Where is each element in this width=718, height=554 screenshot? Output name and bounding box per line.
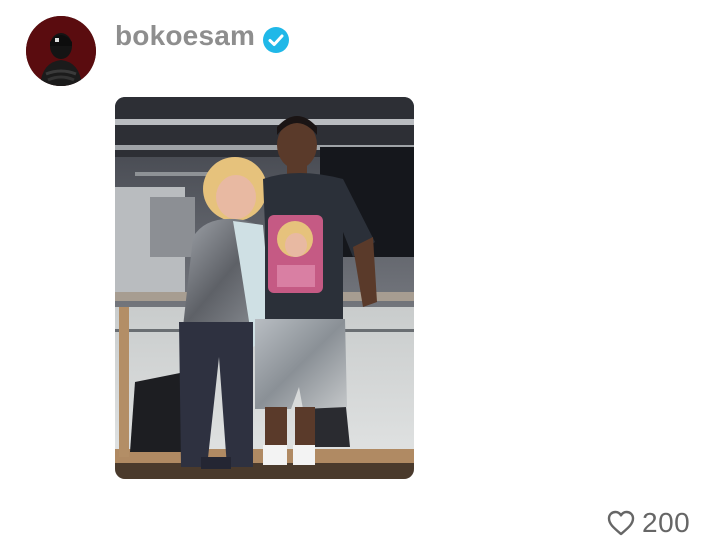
post-photo[interactable] [115, 97, 414, 479]
avatar[interactable] [26, 16, 96, 86]
like-count: 200 [642, 507, 691, 538]
post-photo-image [115, 97, 414, 479]
heart-outline-icon[interactable] [606, 508, 636, 538]
username[interactable]: bokoesam [115, 20, 255, 52]
avatar-image [26, 16, 96, 86]
verified-badge-icon [263, 27, 289, 53]
